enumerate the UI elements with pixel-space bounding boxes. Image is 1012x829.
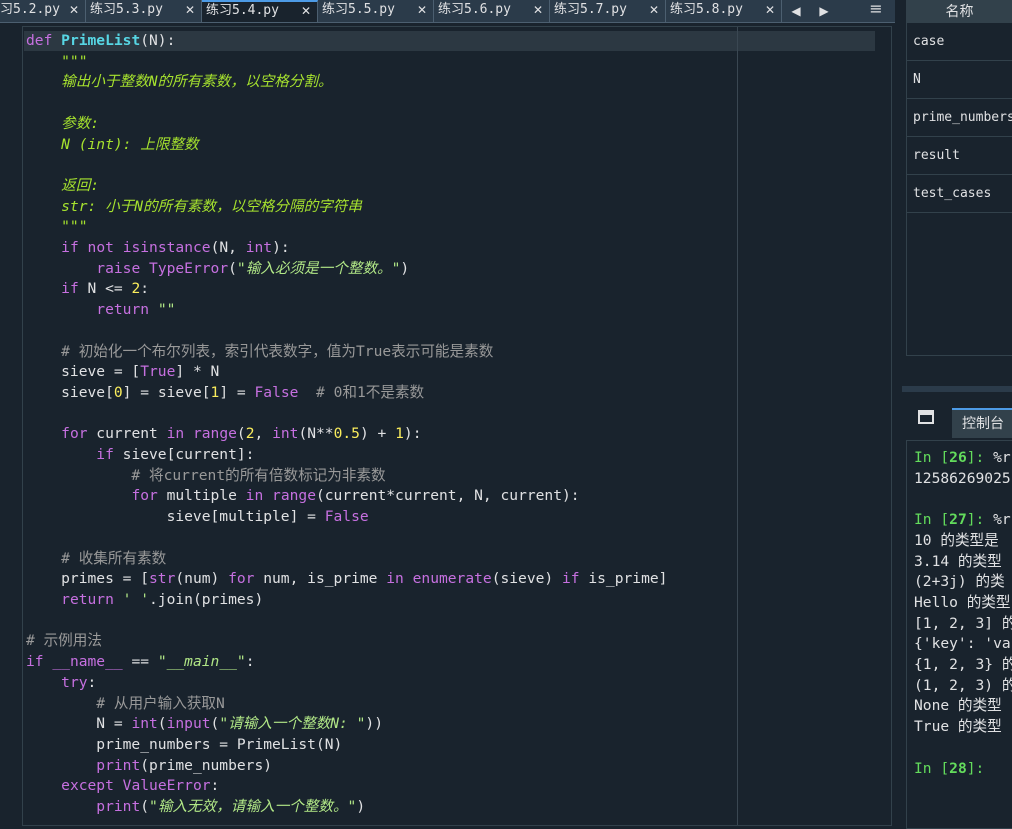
close-icon[interactable]: ✕ bbox=[765, 0, 775, 20]
console-line: (2+3j) 的类 bbox=[914, 573, 1005, 591]
close-icon[interactable]: ✕ bbox=[69, 0, 79, 20]
code-line: for current in range(2, int(N**0.5) + 1)… bbox=[61, 425, 422, 443]
console-line: 12586269025 bbox=[914, 469, 1011, 487]
code-line: def PrimeList(N): bbox=[26, 32, 176, 49]
code-line: if sieve[current]: bbox=[96, 446, 255, 464]
code-line: N = int(input("请输入一个整数N: ")) bbox=[26, 715, 383, 733]
console-header: 控制台 bbox=[906, 404, 1012, 438]
code-line: str: 小于N的所有素数，以空格分隔的字符串 bbox=[26, 197, 362, 215]
tab-label: 习5.2.py bbox=[0, 2, 60, 17]
console-line: [1, 2, 3] 的 bbox=[914, 614, 1012, 632]
code-line: # 收集所有素数 bbox=[26, 549, 167, 567]
tab-exercise-5-6[interactable]: 练习5.6.py ✕ bbox=[434, 0, 550, 22]
console-line: None 的类型 bbox=[914, 697, 1002, 715]
code-line: """ bbox=[26, 218, 88, 236]
code-line: try: bbox=[61, 673, 97, 691]
tab-exercise-5-4[interactable]: 练习5.4.py ✕ bbox=[202, 0, 318, 22]
console-line: True 的类型 bbox=[914, 718, 1002, 736]
close-icon[interactable]: ✕ bbox=[649, 0, 659, 20]
console-line: In [26]: %r bbox=[914, 449, 1011, 466]
code-line: print(prime_numbers) bbox=[96, 756, 273, 774]
tab-label: 练习5.4.py bbox=[206, 3, 279, 18]
code-line: 输出小于整数N的所有素数，以空格分割。 bbox=[26, 73, 333, 91]
code-line: except ValueError: bbox=[61, 777, 220, 795]
tab-label: 练习5.7.py bbox=[554, 2, 627, 17]
tab-label: 练习5.6.py bbox=[438, 2, 511, 17]
tab-label: 练习5.8.py bbox=[670, 2, 743, 17]
window-icon[interactable] bbox=[918, 410, 934, 424]
code-line: # 初始化一个布尔列表，索引代表数字，值为True表示可能是素数 bbox=[26, 342, 494, 360]
close-icon[interactable]: ✕ bbox=[185, 0, 195, 20]
editor-tab-bar: 习5.2.py ✕ 练习5.3.py ✕ 练习5.4.py ✕ 练习5.5.py ✕ 练… bbox=[0, 0, 895, 23]
close-icon[interactable]: ✕ bbox=[533, 0, 543, 20]
console-line: (1, 2, 3) 的 bbox=[914, 676, 1012, 694]
code-line: 返回: bbox=[26, 176, 100, 194]
tab-label: 练习5.5.py bbox=[322, 2, 395, 17]
code-line: print("输入无效，请输入一个整数。") bbox=[96, 798, 366, 816]
variable-row[interactable]: prime_numbers bbox=[907, 99, 1012, 137]
variable-explorer: 名称 case N prime_numbers result test_case… bbox=[906, 0, 1012, 356]
code-line: """ bbox=[26, 52, 88, 70]
menu-icon[interactable]: ≡ bbox=[862, 0, 890, 22]
code-line: if N <= 2: bbox=[61, 280, 150, 298]
code-line: sieve[0] = sieve[1] = False # 0和1不是素数 bbox=[26, 383, 425, 401]
close-icon[interactable]: ✕ bbox=[301, 2, 311, 20]
scroll-right-icon[interactable]: ▶ bbox=[810, 0, 838, 22]
code-line: # 将current的所有倍数标记为非素数 bbox=[26, 466, 386, 484]
variable-row[interactable]: test_cases bbox=[907, 175, 1012, 213]
console-line: 3.14 的类型 bbox=[914, 552, 1002, 570]
tab-exercise-5-5[interactable]: 练习5.5.py ✕ bbox=[318, 0, 434, 22]
code-editor[interactable]: def PrimeList(N): """ 输出小于整数N的所有素数，以空格分割… bbox=[22, 26, 892, 826]
console-line: {'key': 'va bbox=[914, 635, 1011, 653]
code-text[interactable]: def PrimeList(N): """ 输出小于整数N的所有素数，以空格分割… bbox=[26, 31, 667, 818]
scroll-left-icon[interactable]: ◀ bbox=[782, 0, 810, 22]
code-line: return ' '.join(primes) bbox=[61, 590, 264, 608]
ipython-console[interactable]: In [26]: %r 12586269025 In [27]: %r 10 的… bbox=[906, 440, 1012, 829]
console-line: 10 的类型是 bbox=[914, 531, 999, 549]
pane-splitter[interactable] bbox=[902, 386, 1012, 392]
code-line: prime_numbers = PrimeList(N) bbox=[26, 735, 343, 753]
code-line: raise TypeError("输入必须是一个整数。") bbox=[96, 259, 410, 277]
tab-exercise-5-2[interactable]: 习5.2.py ✕ bbox=[0, 0, 86, 22]
code-line: sieve = [True] * N bbox=[26, 363, 220, 381]
variable-row[interactable]: result bbox=[907, 137, 1012, 175]
code-line: N (int): 上限整数 bbox=[26, 135, 199, 153]
tab-label: 练习5.3.py bbox=[90, 2, 163, 17]
code-line: for multiple in range(current*current, N… bbox=[131, 487, 580, 505]
variable-row[interactable]: N bbox=[907, 61, 1012, 99]
console-line: {1, 2, 3} 的 bbox=[914, 656, 1012, 674]
close-icon[interactable]: ✕ bbox=[417, 0, 427, 20]
column-header-name[interactable]: 名称 bbox=[907, 1, 1012, 23]
code-line: 参数: bbox=[26, 114, 100, 132]
code-line: # 示例用法 bbox=[26, 632, 102, 650]
tab-console[interactable]: 控制台 bbox=[952, 408, 1012, 438]
code-line: # 从用户输入获取N bbox=[26, 694, 225, 712]
code-line: primes = [str(num) for num, is_prime in … bbox=[26, 570, 668, 588]
console-prompt[interactable]: In [28]: bbox=[914, 760, 984, 777]
console-output: In [26]: %r 12586269025 In [27]: %r 10 的… bbox=[914, 448, 1012, 779]
tab-exercise-5-7[interactable]: 练习5.7.py ✕ bbox=[550, 0, 666, 22]
variable-row[interactable]: case bbox=[907, 23, 1012, 61]
code-line: if not isinstance(N, int): bbox=[61, 239, 290, 257]
code-line: sieve[multiple] = False bbox=[26, 508, 369, 526]
console-line: Hello 的类型 bbox=[914, 593, 1011, 611]
edge-line bbox=[737, 27, 738, 825]
tab-exercise-5-8[interactable]: 练习5.8.py ✕ bbox=[666, 0, 782, 22]
code-line: if __name__ == "__main__": bbox=[26, 653, 255, 671]
console-line: In [27]: %r bbox=[914, 511, 1011, 529]
tab-exercise-5-3[interactable]: 练习5.3.py ✕ bbox=[86, 0, 202, 22]
code-line: return "" bbox=[96, 301, 176, 319]
